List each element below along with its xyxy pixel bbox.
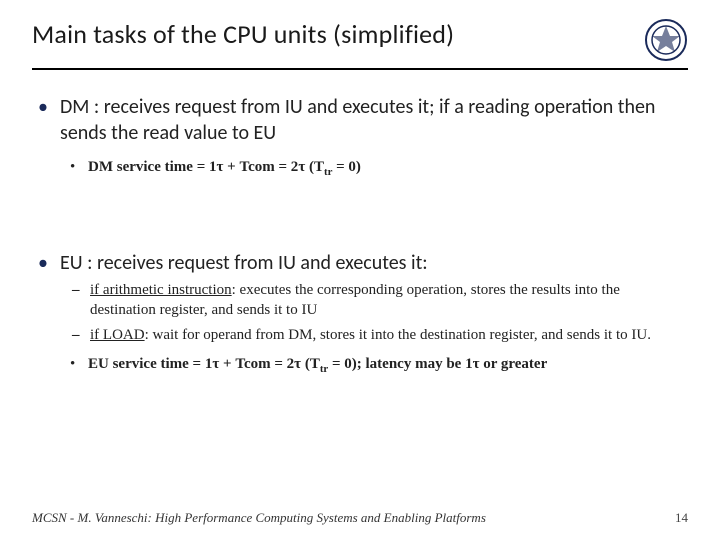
- eu-svc-p1: EU service time = 1: [88, 356, 212, 372]
- bullet-eu-service: EU service time = 1τ + Tcom = 2τ (Ttr = …: [60, 353, 688, 377]
- bullet-eu-text: EU : receives request from IU and execut…: [60, 251, 428, 275]
- eu-svc-p4: = 0); latency may be 1: [328, 356, 472, 372]
- page-number: 14: [675, 510, 688, 526]
- eu-svc-p3: (T: [301, 356, 320, 372]
- eu-svc-p2: + Tcom = 2: [219, 356, 294, 372]
- footer-text: MCSN - M. Vanneschi: High Performance Co…: [32, 510, 486, 526]
- dm-svc-p3: (T: [305, 159, 324, 175]
- page-title: Main tasks of the CPU units (simplified): [32, 18, 454, 50]
- tau: τ: [473, 356, 480, 372]
- bullet-dm: DM : receives request from IU and execut…: [32, 94, 688, 180]
- eu-svc-sub: tr: [320, 363, 328, 375]
- eu-svc-p5: or greater: [480, 356, 548, 372]
- dm-svc-p1: DM service time = 1: [88, 159, 217, 175]
- eu-load-rest: : wait for operand from DM, stores it in…: [145, 327, 651, 343]
- bullet-dm-text: DM : receives request from IU and execut…: [60, 95, 655, 145]
- eu-load-label: if LOAD: [90, 327, 145, 343]
- bullet-eu-arith: if arithmetic instruction: executes the …: [60, 280, 688, 321]
- dm-svc-p2: + Tcom = 2: [223, 159, 298, 175]
- dm-svc-p4: = 0): [332, 159, 361, 175]
- eu-arith-label: if arithmetic instruction: [90, 282, 232, 298]
- institution-logo-icon: [644, 18, 688, 62]
- bullet-eu-load: if LOAD: wait for operand from DM, store…: [60, 325, 688, 345]
- bullet-dm-service: DM service time = 1τ + Tcom = 2τ (Ttr = …: [60, 156, 688, 180]
- bullet-eu: EU : receives request from IU and execut…: [32, 250, 688, 345]
